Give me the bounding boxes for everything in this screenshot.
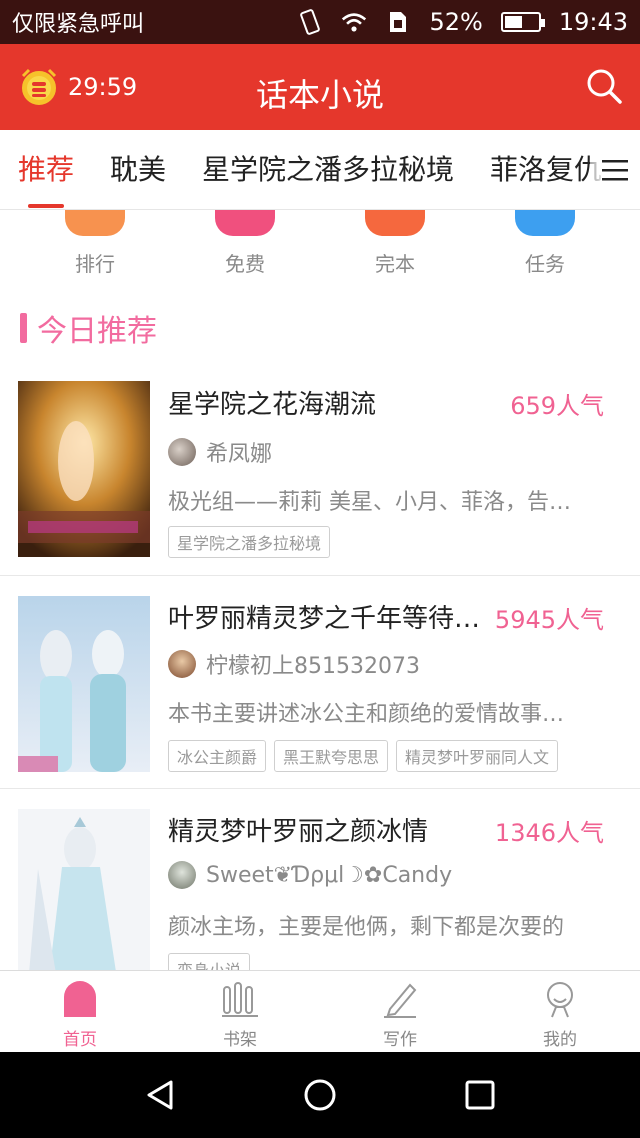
shortcut-label: 任务 <box>525 252 565 276</box>
back-triangle-icon <box>147 1080 173 1110</box>
recents-button[interactable] <box>460 1075 500 1115</box>
bookshelf-icon <box>222 982 258 1017</box>
carrier-text: 仅限紧急呼叫 <box>12 12 145 37</box>
shortcut-free[interactable]: 免费 <box>170 210 320 284</box>
book-cover <box>18 809 150 970</box>
tab-recommend[interactable]: 推荐 <box>0 130 92 209</box>
clock: 19:43 <box>558 8 628 36</box>
author-name: 希凤娜 <box>206 442 273 467</box>
book-description: 极光组——莉莉 美星、小月、菲洛，告… <box>168 490 571 515</box>
author-row: 柠檬初上851532073 <box>168 648 420 680</box>
avatar <box>168 650 196 678</box>
tag-list: 星学院之潘多拉秘境 <box>168 526 331 558</box>
search-icon[interactable] <box>584 66 624 106</box>
shortcut-tasks[interactable]: 任务 <box>470 210 620 284</box>
book-tag[interactable]: 星学院之潘多拉秘境 <box>168 526 331 558</box>
app-header: 29:59 话本小说 <box>0 44 640 130</box>
category-shortcuts: 排行 免费 完本 任务 <box>0 210 640 284</box>
book-tag[interactable]: 冰公主颜爵 <box>168 740 267 772</box>
book-item[interactable]: 星学院之花海潮流 659人气 希凤娜 极光组——莉莉 美星、小月、菲洛，告… 星… <box>0 362 640 576</box>
nav-write[interactable]: 写作 <box>320 971 480 1052</box>
completed-icon <box>365 210 425 236</box>
author-name: 柠檬初上851532073 <box>206 654 420 679</box>
popularity-count: 5945人气 <box>494 606 604 634</box>
author-name: Sweet❦Ɗρμl☽✿Candy <box>206 862 453 888</box>
book-description: 颜冰主场，主要是他俩，剩下都是次要的 <box>168 915 565 940</box>
recents-square-icon <box>465 1080 495 1110</box>
tag-list: 变身小说 <box>168 953 251 970</box>
status-bar: 仅限紧急呼叫 52% 19:43 <box>0 0 640 44</box>
author-row: 希凤娜 <box>168 436 272 468</box>
nav-label: 首页 <box>63 1030 97 1050</box>
battery-percent: 52% <box>429 8 483 36</box>
author-row: Sweet❦Ɗρμl☽✿Candy <box>168 861 452 889</box>
profile-icon <box>547 982 573 1018</box>
sim-icon <box>385 9 411 35</box>
section-title: 今日推荐 <box>37 314 157 349</box>
book-cover <box>18 596 150 772</box>
book-tag[interactable]: 黑王默夸思思 <box>274 740 389 772</box>
shortcut-ranking[interactable]: 排行 <box>20 210 170 284</box>
bottom-nav: 首页 书架 写作 我的 <box>0 970 640 1052</box>
shortcut-label: 完本 <box>375 252 415 276</box>
tab-star-academy[interactable]: 星学院之潘多拉秘境 <box>184 130 472 209</box>
nav-profile[interactable]: 我的 <box>480 971 640 1052</box>
android-nav-bar <box>0 1052 640 1138</box>
shortcut-label: 免费 <box>225 252 265 276</box>
vibrate-icon <box>297 9 323 35</box>
shortcut-completed[interactable]: 完本 <box>320 210 470 284</box>
popularity-count: 659人气 <box>510 392 604 420</box>
free-icon <box>215 210 275 236</box>
nav-home[interactable]: 首页 <box>0 971 160 1052</box>
book-title: 星学院之花海潮流 <box>168 390 377 420</box>
book-title: 精灵梦叶罗丽之颜冰情 <box>168 817 429 847</box>
home-button[interactable] <box>300 1075 340 1115</box>
category-tabs: 推荐 耽美 星学院之潘多拉秘境 菲洛复仇 <box>0 130 640 210</box>
pen-icon <box>384 983 417 1018</box>
tab-danmei[interactable]: 耽美 <box>92 130 184 209</box>
popularity-count: 1346人气 <box>494 819 604 847</box>
avatar <box>168 861 196 889</box>
book-cover <box>18 381 150 557</box>
battery-icon <box>500 12 545 32</box>
avatar <box>168 438 196 466</box>
book-description: 本书主要讲述冰公主和颜绝的爱情故事… <box>168 702 565 727</box>
section-marker <box>20 313 27 343</box>
tasks-icon <box>515 210 575 236</box>
nav-label: 写作 <box>383 1030 417 1050</box>
shortcut-label: 排行 <box>75 252 115 276</box>
book-item[interactable]: 叶罗丽精灵梦之千年等待… 5945人气 柠檬初上851532073 本书主要讲述… <box>0 576 640 789</box>
book-tag[interactable]: 变身小说 <box>168 953 251 970</box>
app-title: 话本小说 <box>255 76 384 114</box>
nav-label: 书架 <box>223 1030 257 1050</box>
book-title: 叶罗丽精灵梦之千年等待… <box>168 604 481 634</box>
nav-label: 我的 <box>543 1030 577 1050</box>
home-icon <box>64 981 96 1017</box>
wifi-icon <box>341 9 367 35</box>
nav-bookshelf[interactable]: 书架 <box>160 971 320 1052</box>
book-item[interactable]: 精灵梦叶罗丽之颜冰情 1346人气 Sweet❦Ɗρμl☽✿Candy 颜冰主场… <box>0 789 640 970</box>
ranking-icon <box>65 210 125 236</box>
section-header: 今日推荐 <box>20 306 157 350</box>
tag-list: 冰公主颜爵 黑王默夸思思 精灵梦叶罗丽同人文 <box>168 740 559 772</box>
tabs-menu-button[interactable] <box>590 130 640 209</box>
book-tag[interactable]: 精灵梦叶罗丽同人文 <box>396 740 559 772</box>
home-circle-icon <box>304 1079 336 1111</box>
back-button[interactable] <box>140 1075 180 1115</box>
menu-icon <box>602 160 628 181</box>
